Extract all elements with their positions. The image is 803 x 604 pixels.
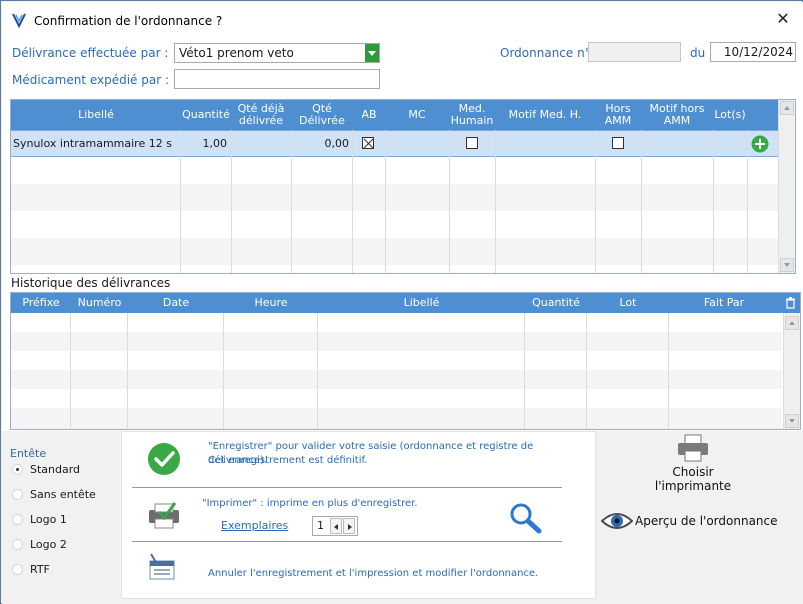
close-button[interactable]: ✕ bbox=[771, 8, 795, 30]
action-panel: "Enregistrer" pour valider votre saisie … bbox=[121, 431, 596, 599]
hcol-libelle[interactable]: Libellé bbox=[318, 293, 525, 313]
du-label: du bbox=[690, 46, 706, 60]
table-row[interactable] bbox=[11, 211, 778, 238]
window-title: Confirmation de l'ordonnance ? bbox=[34, 14, 223, 28]
table-row[interactable]: Synulox intramammaire 12 s 1,00 0,00 bbox=[11, 130, 778, 157]
history-header: Préfixe Numéro Date Heure Libellé Quanti… bbox=[11, 293, 800, 313]
radio-sans-entete[interactable]: Sans entête bbox=[12, 486, 122, 502]
enregistrer-text-2: Cet enregistrement est définitif. bbox=[208, 455, 368, 466]
magnifier-icon[interactable] bbox=[508, 501, 544, 535]
table-scrollbar[interactable] bbox=[778, 100, 795, 273]
scroll-up-icon[interactable] bbox=[785, 316, 799, 330]
choisir-line1: Choisir bbox=[672, 465, 714, 479]
hors-amm-checkbox[interactable] bbox=[612, 137, 624, 149]
col-mc[interactable]: MC bbox=[385, 100, 449, 130]
col-lots[interactable]: Lot(s) bbox=[713, 100, 747, 130]
cell-libelle: Synulox intramammaire 12 s bbox=[13, 137, 172, 150]
medicament-field[interactable] bbox=[174, 69, 380, 89]
radio-rtf[interactable]: RTF bbox=[12, 561, 122, 577]
ordonnance-number-field[interactable] bbox=[588, 42, 681, 62]
scroll-down-icon[interactable] bbox=[780, 258, 794, 272]
annuler-edit-icon[interactable] bbox=[147, 552, 177, 580]
radio-label: Sans entête bbox=[30, 488, 96, 501]
hcol-date[interactable]: Date bbox=[128, 293, 224, 313]
radio-dot[interactable] bbox=[12, 539, 23, 550]
exemplaires-value[interactable]: 1 bbox=[317, 519, 324, 532]
radio-logo-2[interactable]: Logo 2 bbox=[12, 536, 122, 552]
radio-label: Standard bbox=[30, 463, 81, 476]
table-row[interactable] bbox=[11, 184, 778, 211]
choisir-line2: l'imprimante bbox=[654, 479, 732, 493]
col-motif-med[interactable]: Motif Med. H. bbox=[495, 100, 595, 130]
medicament-label: Médicament expédié par : bbox=[12, 73, 170, 87]
separator bbox=[132, 541, 562, 542]
hcol-prefixe[interactable]: Préfixe bbox=[11, 293, 71, 313]
hcol-fait-par[interactable]: Fait Par bbox=[669, 293, 779, 313]
col-motif-hors[interactable]: Motif hors AMM bbox=[641, 100, 713, 130]
history-body bbox=[11, 313, 782, 429]
col-libelle[interactable]: Libellé bbox=[11, 100, 181, 130]
col-med-humain[interactable]: Med. Humain bbox=[449, 100, 495, 130]
imprimer-button[interactable] bbox=[147, 500, 181, 530]
hcol-heure[interactable]: Heure bbox=[224, 293, 318, 313]
radio-dot[interactable] bbox=[12, 489, 23, 500]
delivrance-combo[interactable]: Véto1 prenom veto bbox=[174, 43, 380, 63]
table-header: Libellé Quantité Qté déjà délivrée Qté D… bbox=[11, 100, 778, 130]
col-hors-amm[interactable]: Hors AMM bbox=[595, 100, 641, 130]
hcol-lot[interactable]: Lot bbox=[587, 293, 669, 313]
history-table: Préfixe Numéro Date Heure Libellé Quanti… bbox=[10, 292, 801, 430]
imprimer-text: "Imprimer" : imprime en plus d'enregistr… bbox=[202, 498, 418, 509]
radio-standard[interactable]: Standard bbox=[12, 461, 122, 477]
chevron-down-icon[interactable] bbox=[365, 44, 379, 62]
history-scrollbar[interactable] bbox=[783, 313, 800, 429]
table-row[interactable] bbox=[11, 238, 778, 265]
ordonnance-table: Libellé Quantité Qté déjà délivrée Qté D… bbox=[10, 99, 796, 274]
add-lot-icon[interactable] bbox=[751, 135, 769, 153]
table-body: Synulox intramammaire 12 s 1,00 0,00 bbox=[11, 130, 778, 273]
title-bar: Confirmation de l'ordonnance ? ✕ bbox=[2, 2, 803, 34]
stepper-left-icon[interactable] bbox=[330, 518, 342, 534]
table-row[interactable] bbox=[11, 157, 778, 184]
cell-qte-delivree[interactable]: 0,00 bbox=[291, 131, 350, 157]
radio-dot[interactable] bbox=[12, 514, 23, 525]
radio-dot[interactable] bbox=[12, 564, 23, 575]
enregistrer-button[interactable] bbox=[147, 442, 181, 476]
app-logo-icon bbox=[12, 13, 26, 28]
radio-dot[interactable] bbox=[12, 464, 23, 475]
col-quantite[interactable]: Quantité bbox=[181, 100, 231, 130]
annuler-text: Annuler l'enregistrement et l'impression… bbox=[208, 568, 539, 579]
ab-checkbox[interactable] bbox=[362, 137, 374, 149]
col-ab[interactable]: AB bbox=[353, 100, 385, 130]
separator bbox=[132, 487, 562, 488]
col-qte-deja[interactable]: Qté déjà délivrée bbox=[231, 100, 291, 130]
eye-icon bbox=[601, 513, 633, 529]
scroll-down-icon[interactable] bbox=[785, 414, 799, 428]
ordonnance-label: Ordonnance n° bbox=[500, 46, 591, 60]
dialog-window: Confirmation de l'ordonnance ? ✕ Délivra… bbox=[0, 0, 803, 604]
radio-label: Logo 2 bbox=[30, 538, 67, 551]
stepper-right-icon[interactable] bbox=[343, 518, 355, 534]
history-title: Historique des délivrances bbox=[11, 276, 171, 290]
apercu-label: Aperçu de l'ordonnance bbox=[635, 514, 778, 528]
radio-logo-1[interactable]: Logo 1 bbox=[12, 511, 122, 527]
cell-quantite: 1,00 bbox=[202, 137, 228, 150]
med-humain-checkbox[interactable] bbox=[466, 137, 478, 149]
hcol-numero[interactable]: Numéro bbox=[71, 293, 128, 313]
trash-icon[interactable] bbox=[785, 297, 796, 309]
hcol-quantite[interactable]: Quantité bbox=[525, 293, 587, 313]
dialog-body: Délivrance effectuée par : Véto1 prenom … bbox=[2, 34, 803, 604]
radio-label: Logo 1 bbox=[30, 513, 67, 526]
delivrance-label: Délivrance effectuée par : bbox=[12, 46, 169, 60]
col-qte-delivree[interactable]: Qté Délivrée bbox=[291, 100, 353, 130]
printer-icon bbox=[678, 434, 708, 462]
entete-label: Entête bbox=[10, 447, 47, 460]
choisir-imprimante-button[interactable]: Choisir l'imprimante bbox=[643, 433, 743, 493]
delivrance-value: Véto1 prenom veto bbox=[179, 46, 294, 60]
radio-label: RTF bbox=[30, 563, 50, 576]
exemplaires-stepper[interactable]: 1 bbox=[312, 516, 358, 536]
scroll-up-icon[interactable] bbox=[780, 101, 794, 115]
date-field[interactable]: 10/12/2024 bbox=[710, 42, 796, 62]
exemplaires-label: Exemplaires bbox=[221, 519, 289, 532]
